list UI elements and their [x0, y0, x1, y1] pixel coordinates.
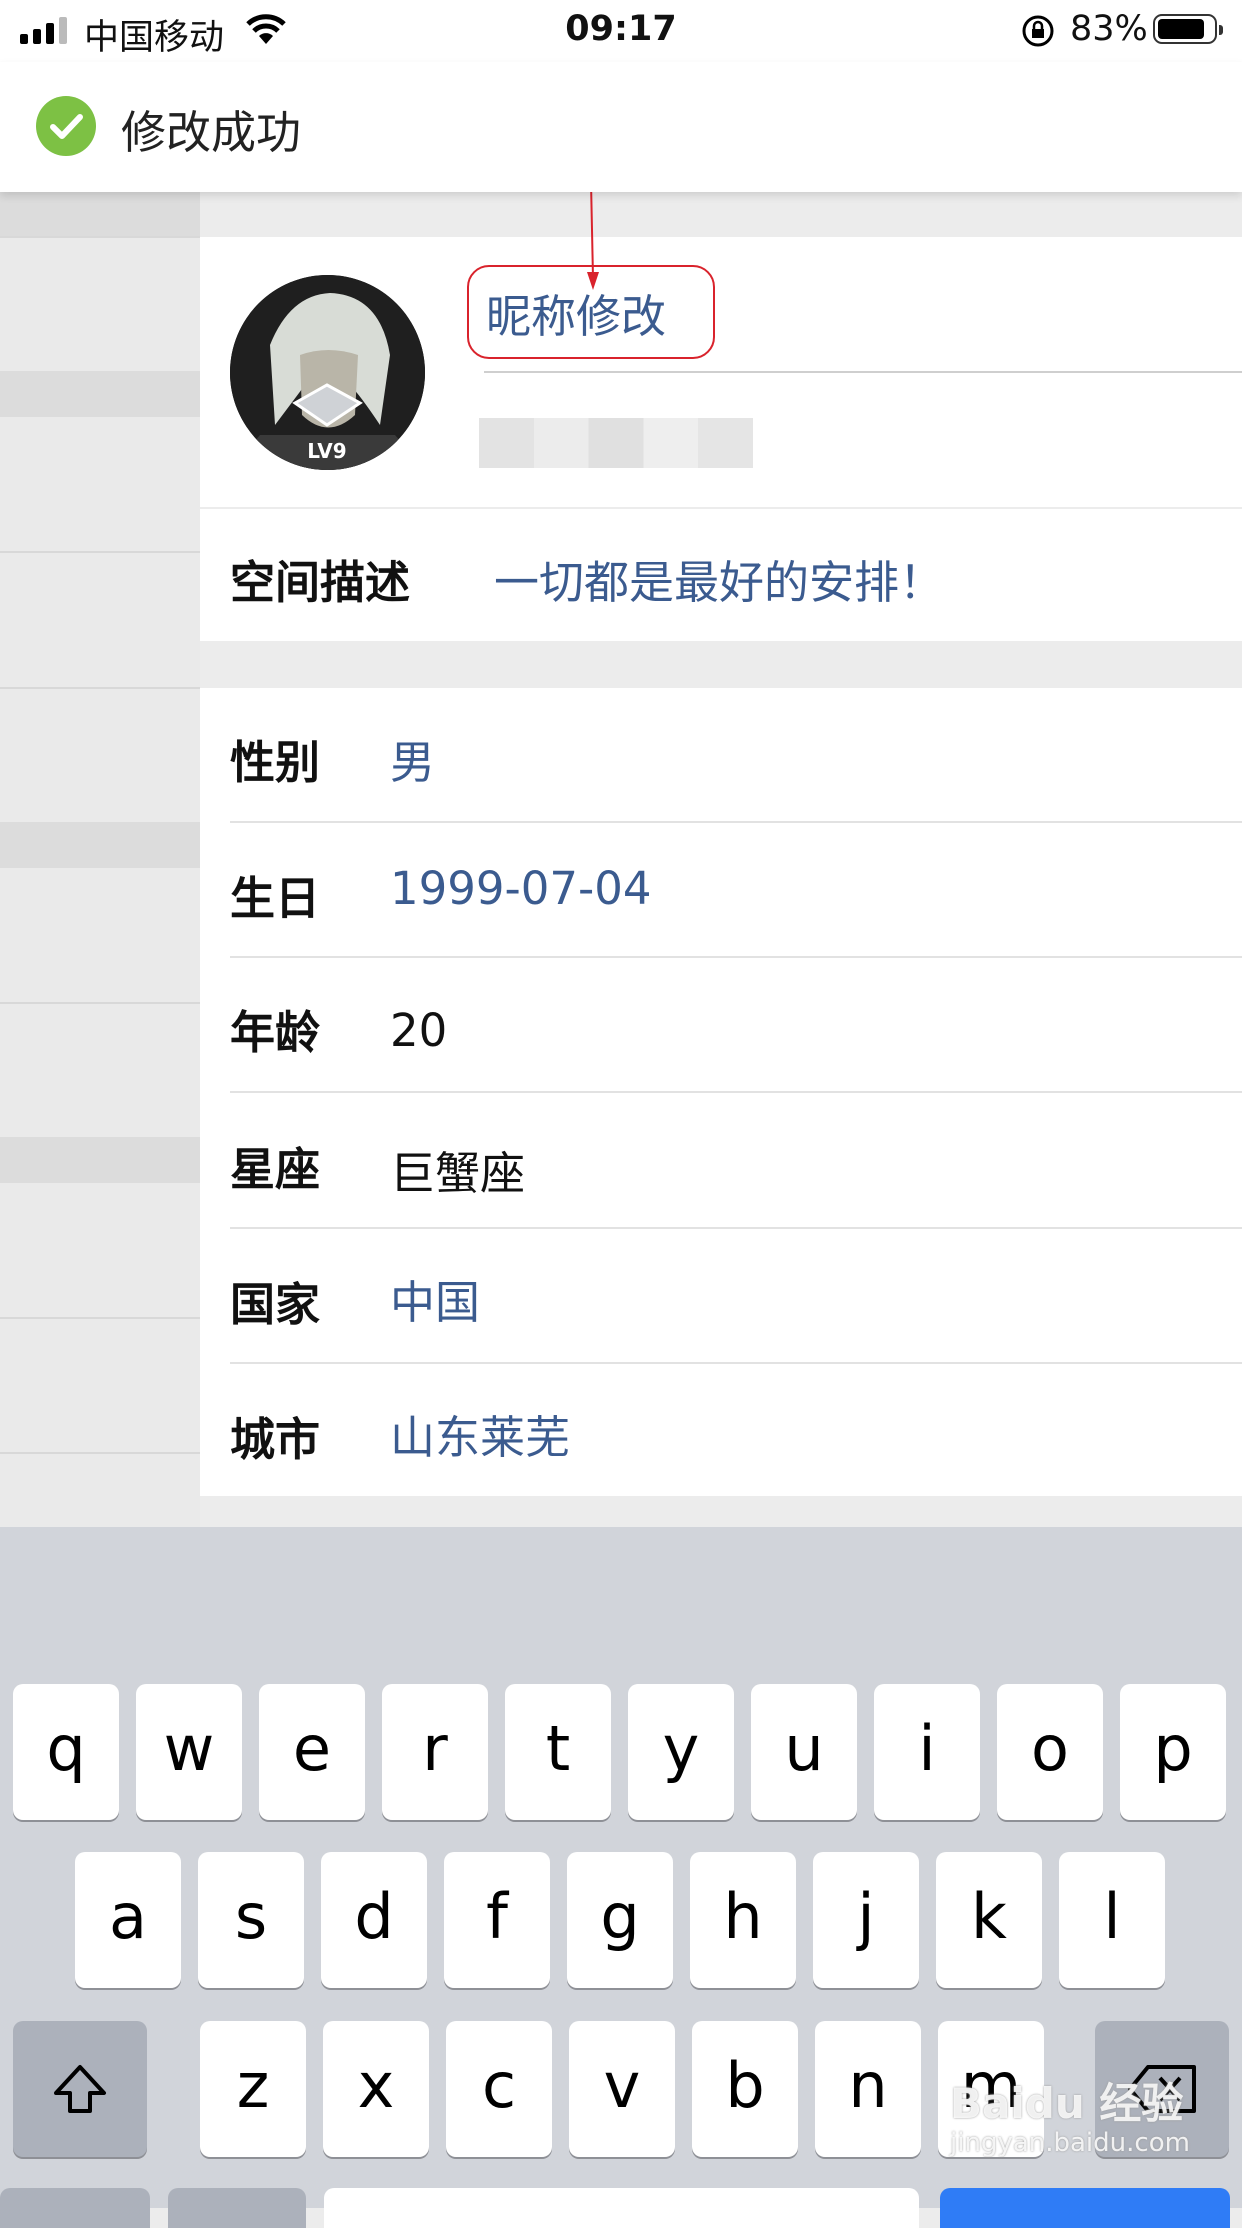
avatar[interactable]: LV9 [230, 275, 425, 470]
nickname-underline [484, 371, 1242, 373]
status-bar: 中国移动 09:17 83% [0, 0, 1242, 62]
field-label: 生日 [230, 872, 321, 925]
toast-message: 修改成功 [121, 106, 302, 159]
key-n[interactable]: n [815, 2021, 921, 2157]
key-e[interactable]: e [259, 1684, 365, 1820]
shift-icon [54, 2065, 106, 2113]
key-o[interactable]: o [997, 1684, 1103, 1820]
field-value: 1999-07-04 [390, 862, 652, 915]
field-value: 巨蟹座 [390, 1147, 526, 1200]
watermark-brand: Baidu 经验 [950, 2079, 1184, 2128]
carrier-label: 中国移动 [84, 18, 225, 58]
key-v[interactable]: v [569, 2021, 675, 2157]
key-h[interactable]: h [690, 1852, 796, 1988]
avatar-image: LV9 [230, 275, 425, 470]
field-label: 城市 [230, 1413, 321, 1466]
key-i[interactable]: i [874, 1684, 980, 1820]
key-q[interactable]: q [13, 1684, 119, 1820]
signal-icon [20, 14, 67, 44]
key-l[interactable]: l [1059, 1852, 1165, 1988]
nickname-field[interactable]: 昵称修改 [486, 280, 666, 345]
battery-icon [1153, 14, 1223, 44]
level-badge: LV9 [307, 439, 346, 463]
divider [230, 1362, 1242, 1364]
key-t[interactable]: t [505, 1684, 611, 1820]
divider [230, 821, 1242, 823]
key-g[interactable]: g [567, 1852, 673, 1988]
space-description-value[interactable]: 一切都是最好的安排！ [494, 546, 944, 611]
field-label: 性别 [230, 736, 321, 789]
field-value: 20 [390, 1004, 448, 1057]
key-y[interactable]: y [628, 1684, 734, 1820]
shift-key[interactable] [13, 2021, 147, 2157]
key-p[interactable]: p [1120, 1684, 1226, 1820]
key-f[interactable]: f [444, 1852, 550, 1988]
blurred-account-id [479, 418, 753, 468]
key-r[interactable]: r [382, 1684, 488, 1820]
key-j[interactable]: j [813, 1852, 919, 1988]
wifi-icon [246, 14, 286, 44]
left-column [0, 192, 200, 1527]
key-u[interactable]: u [751, 1684, 857, 1820]
field-label: 星座 [230, 1143, 321, 1196]
field-label: 国家 [230, 1278, 321, 1331]
key-s[interactable]: s [198, 1852, 304, 1988]
key-w[interactable]: w [136, 1684, 242, 1820]
key-c[interactable]: c [446, 2021, 552, 2157]
field-value: 中国 [390, 1276, 481, 1329]
key-z[interactable]: z [200, 2021, 306, 2157]
key-b[interactable]: b [692, 2021, 798, 2157]
divider [230, 1227, 1242, 1229]
watermark-url: jingyan.baidu.com [950, 2128, 1190, 2158]
orientation-lock-icon [1022, 15, 1054, 47]
space-description-label: 空间描述 [230, 556, 411, 609]
key-x[interactable]: x [323, 2021, 429, 2157]
key-a[interactable]: a [75, 1852, 181, 1988]
battery-percent: 83% [1070, 9, 1148, 49]
divider [230, 956, 1242, 958]
key-k[interactable]: k [936, 1852, 1042, 1988]
key-d[interactable]: d [321, 1852, 427, 1988]
field-value: 男 [390, 736, 436, 789]
divider [230, 1091, 1242, 1093]
field-value: 山东莱芜 [390, 1411, 571, 1464]
check-circle-icon [36, 96, 96, 156]
success-toast: 修改成功 [0, 62, 1242, 192]
field-label: 年龄 [230, 1006, 321, 1059]
